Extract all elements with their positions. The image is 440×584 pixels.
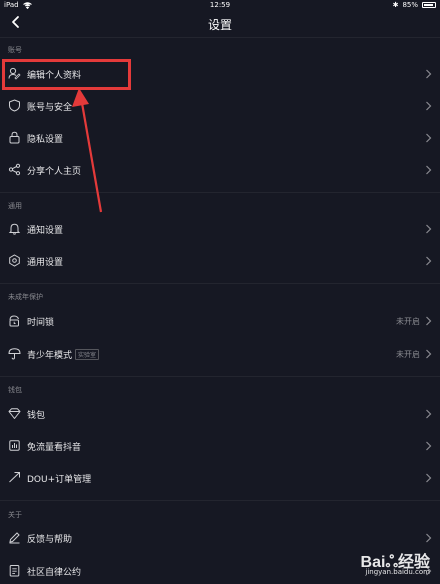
battery-icon — [422, 2, 436, 8]
account-security-item[interactable]: 账号与安全 — [0, 91, 440, 121]
chevron-right-icon — [426, 69, 432, 79]
status-time: 12:59 — [209, 1, 231, 9]
chevron-right-icon — [426, 441, 432, 451]
divider — [0, 500, 440, 501]
time-lock-icon — [9, 315, 19, 327]
status-bar: iPad 12:59 ✱ 85% — [0, 0, 440, 10]
page-title: 设置 — [207, 18, 232, 32]
shield-icon — [9, 99, 20, 112]
divider — [0, 376, 440, 377]
notification-settings-label: 通知设置 — [27, 226, 64, 236]
divider — [0, 283, 440, 284]
teen-mode-text: 青少年模式 — [27, 351, 73, 361]
chevron-right-icon — [426, 224, 432, 234]
gear-icon — [9, 254, 20, 267]
chevron-right-icon — [426, 533, 432, 543]
chevron-right-icon — [426, 473, 432, 483]
dou-orders-label: DOU+订单管理 — [27, 475, 92, 485]
navigation-bar: 设置 — [0, 12, 440, 34]
edit-profile-item[interactable]: 编辑个人资料 — [0, 59, 440, 89]
data-usage-icon — [9, 440, 20, 451]
lock-icon — [9, 131, 20, 144]
share-profile-item[interactable]: 分享个人主页 — [0, 155, 440, 185]
time-lock-status: 未开启 — [396, 317, 420, 326]
watermark-url: jingyan.baidu.com — [365, 568, 430, 576]
section-header-wallet: 钱包 — [8, 386, 22, 394]
chevron-right-icon — [426, 101, 432, 111]
section-header-minor-protection: 未成年保护 — [8, 293, 43, 301]
divider — [0, 37, 440, 38]
time-lock-item[interactable]: 时间锁 未开启 — [0, 306, 440, 336]
chevron-right-icon — [426, 256, 432, 266]
diamond-icon — [8, 408, 21, 419]
teen-mode-label: 青少年模式 实验室 — [27, 348, 100, 361]
notification-settings-item[interactable]: 通知设置 — [0, 214, 440, 244]
section-header-account: 账号 — [8, 46, 22, 54]
teen-mode-item[interactable]: 青少年模式 实验室 未开启 — [0, 339, 440, 369]
share-icon — [8, 163, 21, 176]
free-data-label: 免流量看抖音 — [27, 443, 82, 453]
trend-arrow-icon — [9, 472, 20, 483]
feedback-help-label: 反馈与帮助 — [27, 535, 73, 545]
document-icon — [9, 565, 20, 577]
lab-badge: 实验室 — [75, 349, 100, 360]
free-data-item[interactable]: 免流量看抖音 — [0, 431, 440, 461]
wallet-item[interactable]: 钱包 — [0, 399, 440, 429]
chevron-right-icon — [426, 349, 432, 359]
chevron-right-icon — [426, 316, 432, 326]
bell-icon — [8, 223, 21, 235]
share-profile-label: 分享个人主页 — [27, 167, 82, 177]
community-guidelines-label: 社区自律公约 — [27, 568, 82, 578]
chevron-right-icon — [426, 165, 432, 175]
divider — [0, 192, 440, 193]
time-lock-label: 时间锁 — [27, 318, 55, 328]
section-header-general: 通用 — [8, 202, 22, 210]
wallet-label: 钱包 — [27, 411, 46, 421]
teen-mode-status: 未开启 — [396, 350, 420, 359]
account-security-label: 账号与安全 — [27, 103, 73, 113]
edit-profile-label: 编辑个人资料 — [27, 71, 82, 81]
dou-orders-item[interactable]: DOU+订单管理 — [0, 463, 440, 493]
section-header-about: 关于 — [8, 511, 22, 519]
bluetooth-icon: ✱ — [392, 1, 399, 9]
chevron-right-icon — [426, 133, 432, 143]
chevron-right-icon — [426, 409, 432, 419]
baidu-watermark: Baiஃ经验 jingyan.baidu.com — [334, 548, 434, 580]
privacy-settings-label: 隐私设置 — [27, 135, 64, 145]
battery-percent: 85% — [402, 1, 418, 9]
privacy-settings-item[interactable]: 隐私设置 — [0, 123, 440, 153]
general-settings-label: 通用设置 — [27, 258, 64, 268]
pencil-icon — [9, 532, 20, 544]
general-settings-item[interactable]: 通用设置 — [0, 246, 440, 276]
umbrella-icon — [8, 348, 21, 360]
user-edit-icon — [8, 67, 21, 80]
